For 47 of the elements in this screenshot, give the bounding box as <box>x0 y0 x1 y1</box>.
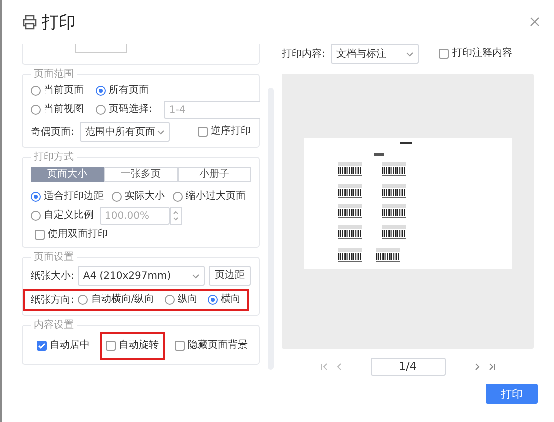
paper-size-select[interactable]: A4 (210x297mm) <box>78 266 206 286</box>
spinner-icon[interactable] <box>170 207 182 225</box>
field-label: 纸张方向: <box>31 294 74 307</box>
checkbox-option[interactable]: 使用双面打印 <box>35 228 108 242</box>
chevron-down-icon <box>192 274 200 278</box>
radio-option[interactable]: 适合打印边距 <box>31 190 104 204</box>
chevron-down-icon <box>157 130 166 134</box>
section-title: 打印方式 <box>31 151 77 164</box>
checkbox-option[interactable]: 自动居中 <box>37 339 90 353</box>
radio-option[interactable]: 所有页面 <box>96 84 149 98</box>
field-label: 奇偶页面: <box>31 126 74 139</box>
page-number-field[interactable]: 1/4 <box>370 358 446 376</box>
scale-field[interactable]: 100.00% <box>100 207 170 225</box>
radio-option[interactable]: 自动横向/纵向 <box>78 293 155 307</box>
section-title: 页面范围 <box>31 68 77 81</box>
first-page-icon[interactable] <box>320 363 328 371</box>
section-title: 页面设置 <box>31 251 77 264</box>
radio-option[interactable]: 缩小过大页面 <box>173 190 246 204</box>
radio-option[interactable]: 当前视图 <box>31 103 84 117</box>
chevron-down-icon <box>406 52 414 56</box>
radio-option[interactable]: 当前页面 <box>31 84 84 98</box>
radio-option[interactable]: 横向 <box>208 293 241 307</box>
checkmark-icon <box>38 342 46 350</box>
checkbox-option[interactable]: 逆序打印 <box>198 125 252 139</box>
radio-option[interactable]: 页码选择: <box>96 103 152 117</box>
radio-option[interactable]: 自定义比例 <box>31 209 94 223</box>
dialog-title: 打印 <box>42 12 76 34</box>
print-button[interactable]: 打印 <box>486 384 538 404</box>
tab[interactable]: 小册子 <box>178 167 252 182</box>
checkbox-option[interactable]: 隐藏页面背景 <box>175 339 248 353</box>
checkbox-option[interactable]: 自动旋转 <box>106 339 159 353</box>
radio-option[interactable]: 纵向 <box>164 293 198 307</box>
next-page-icon[interactable] <box>474 363 480 371</box>
previous-page-icon[interactable] <box>336 363 342 371</box>
field-label: 纸张大小: <box>31 270 74 283</box>
tab[interactable]: 一张多页 <box>104 167 178 182</box>
page-number-field[interactable]: 1-4 <box>164 101 260 119</box>
last-page-icon[interactable] <box>488 363 496 371</box>
margins-button[interactable]: 页边距 <box>209 266 252 286</box>
section-title: 内容设置 <box>31 319 77 332</box>
close-icon[interactable] <box>530 17 540 27</box>
radio-option[interactable]: 实际大小 <box>112 190 165 204</box>
odd-even-select[interactable]: 范围中所有页面 <box>80 122 170 142</box>
field-label: 打印内容: <box>282 48 326 61</box>
checkbox-option[interactable]: 打印注释内容 <box>439 47 512 61</box>
print-content-select[interactable]: 文档与标注 <box>331 44 420 64</box>
printer-icon <box>22 14 38 30</box>
